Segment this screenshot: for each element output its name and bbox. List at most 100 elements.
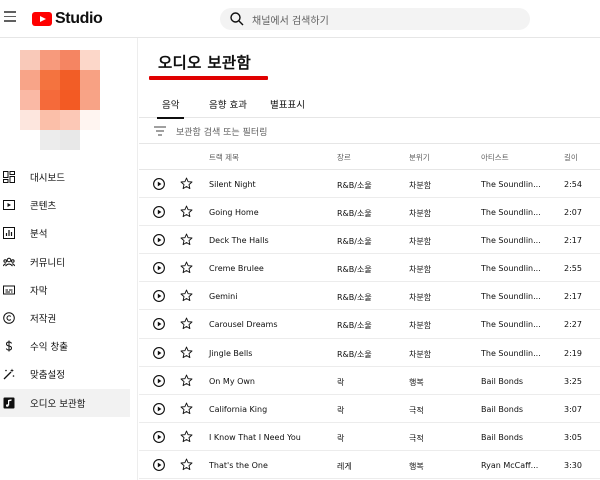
track-artist: Ryan McCaff... xyxy=(481,460,539,470)
sidebar-item-community[interactable]: 커뮤니티 xyxy=(0,248,130,276)
sidebar-item-analytics[interactable]: 분석 xyxy=(0,219,130,247)
track-artist: The Soundlin... xyxy=(481,180,541,189)
logo-text: Studio xyxy=(55,10,103,27)
dashboard-icon xyxy=(3,171,15,184)
menu-icon[interactable] xyxy=(4,11,16,23)
filter-icon xyxy=(154,126,166,136)
sidebar-item-monetization[interactable]: 수익 창출 xyxy=(0,332,130,360)
sidebar-item-audio-library[interactable]: 오디오 보관함 xyxy=(0,388,130,417)
track-artist: Bail Bonds xyxy=(481,404,524,414)
star-icon[interactable] xyxy=(180,374,193,387)
sidebar-item-label: 맞춤설정 xyxy=(30,370,65,382)
table-row[interactable]: Jingle Bells R&B/소울 차분함 The Soundlin... 2:19 xyxy=(139,339,600,367)
column-header-title[interactable]: 트랙 제목 xyxy=(209,152,239,163)
sidebar-item-subtitles[interactable]: 자막 xyxy=(0,276,130,304)
track-length: 3:25 xyxy=(564,376,582,386)
monetization-icon xyxy=(5,340,13,352)
play-icon[interactable] xyxy=(153,206,165,219)
table-row[interactable]: Carousel Dreams R&B/소울 차분함 The Soundlin... 2… xyxy=(139,310,600,339)
star-icon[interactable] xyxy=(180,346,193,359)
track-mood: 차분함 xyxy=(409,237,432,247)
track-artist: The Soundlin... xyxy=(481,208,541,218)
subtitles-icon xyxy=(3,285,15,295)
sidebar-item-content[interactable]: 콘텐츠 xyxy=(0,191,130,219)
table-row[interactable]: Gemini R&B/소울 차분함 The Soundlin... 2:17 xyxy=(139,282,600,311)
star-icon[interactable] xyxy=(180,289,193,302)
play-icon[interactable] xyxy=(153,458,165,471)
track-mood: 차분함 xyxy=(409,209,432,219)
track-genre: R&B/소울 xyxy=(337,209,372,219)
play-icon[interactable] xyxy=(153,290,165,303)
track-title: Jingle Bells xyxy=(209,348,253,358)
play-icon[interactable] xyxy=(153,234,165,247)
search-input[interactable]: 채널에서 검색하기 xyxy=(220,8,530,30)
sidebar-item-label: 분석 xyxy=(30,229,48,241)
track-title: Going Home xyxy=(209,208,259,218)
star-icon[interactable] xyxy=(180,177,193,190)
track-title: I Know That I Need You xyxy=(209,432,301,442)
table-row[interactable]: I Know That I Need You 락 극적 Bail Bonds 3:05 xyxy=(139,423,600,451)
track-list: Silent Night R&B/소울 차분함 The Soundlin... 2:54… xyxy=(139,170,600,480)
play-icon[interactable] xyxy=(153,318,165,331)
track-length: 2:17 xyxy=(564,236,582,246)
play-icon[interactable] xyxy=(153,346,165,359)
tab-bar: 음악 음향 효과 별표표시 xyxy=(139,90,600,119)
track-mood: 행복 xyxy=(409,461,424,471)
filter-bar[interactable]: 보관함 검색 또는 필터링 xyxy=(139,118,600,144)
play-icon[interactable] xyxy=(153,402,165,415)
analytics-icon xyxy=(3,227,15,240)
play-icon[interactable] xyxy=(153,374,165,387)
studio-logo[interactable]: Studio xyxy=(32,10,103,28)
track-length: 2:27 xyxy=(564,320,582,330)
star-icon[interactable] xyxy=(180,317,193,330)
star-icon[interactable] xyxy=(180,205,193,218)
page-title: 오디오 보관함 xyxy=(158,54,252,72)
track-title: On My Own xyxy=(209,376,255,386)
sidebar-item-label: 자막 xyxy=(30,285,48,297)
track-mood: 극적 xyxy=(409,433,424,443)
search-placeholder: 채널에서 검색하기 xyxy=(252,15,329,27)
table-header: 트랙 제목 장르 분위기 아티스트 길이 xyxy=(139,144,600,170)
track-genre: R&B/소울 xyxy=(337,321,372,331)
sidebar: 대시보드 콘텐츠 분석 커뮤니티 자막 저작권 수익 창출 맞춤설정 오디오 보… xyxy=(0,38,138,480)
tab-music[interactable]: 음악 xyxy=(156,97,186,119)
track-artist: The Soundlin... xyxy=(481,348,541,358)
track-genre: 락 xyxy=(337,433,345,443)
sidebar-item-customization[interactable]: 맞춤설정 xyxy=(0,360,130,388)
star-icon[interactable] xyxy=(180,402,193,415)
title-underline xyxy=(149,76,268,80)
table-row[interactable]: Deck The Halls R&B/소울 차분함 The Soundlin... 2:… xyxy=(139,226,600,255)
column-header-length[interactable]: 길이 xyxy=(564,152,578,163)
table-row[interactable]: Silent Night R&B/소울 차분함 The Soundlin... 2:54 xyxy=(139,170,600,199)
main-content: 오디오 보관함 음악 음향 효과 별표표시 보관함 검색 또는 필터링 트랙 제… xyxy=(139,38,600,480)
star-icon[interactable] xyxy=(180,458,193,471)
table-row[interactable]: On My Own 락 행복 Bail Bonds 3:25 xyxy=(139,367,600,395)
tab-sound-effects[interactable]: 음향 효과 xyxy=(209,97,247,111)
sidebar-item-label: 저작권 xyxy=(30,314,57,326)
table-row[interactable]: Going Home R&B/소울 차분함 The Soundlin... 2:07 xyxy=(139,198,600,227)
track-length: 3:07 xyxy=(564,404,582,414)
star-icon[interactable] xyxy=(180,233,193,246)
track-mood: 차분함 xyxy=(409,321,432,331)
star-icon[interactable] xyxy=(180,261,193,274)
column-header-genre[interactable]: 장르 xyxy=(337,152,351,163)
star-icon[interactable] xyxy=(180,430,193,443)
track-genre: R&B/소울 xyxy=(337,181,372,190)
top-bar: Studio 채널에서 검색하기 xyxy=(0,0,600,38)
sidebar-item-dashboard[interactable]: 대시보드 xyxy=(0,163,130,191)
track-title: Carousel Dreams xyxy=(209,320,278,330)
play-icon[interactable] xyxy=(153,430,165,443)
column-header-artist[interactable]: 아티스트 xyxy=(481,152,509,163)
play-icon[interactable] xyxy=(153,178,165,190)
sidebar-item-label: 대시보드 xyxy=(30,173,65,185)
play-icon[interactable] xyxy=(153,262,165,275)
table-row[interactable]: California King 락 극적 Bail Bonds 3:07 xyxy=(139,395,600,423)
sidebar-item-copyright[interactable]: 저작권 xyxy=(0,304,130,332)
community-icon xyxy=(3,257,15,267)
column-header-mood[interactable]: 분위기 xyxy=(409,152,430,163)
table-row[interactable]: That's the One 레게 행복 Ryan McCaff... 3:30 xyxy=(139,451,600,480)
tab-starred[interactable]: 별표표시 xyxy=(270,97,305,111)
track-genre: 락 xyxy=(337,405,345,415)
channel-avatar[interactable] xyxy=(20,50,100,150)
table-row[interactable]: Creme Brulee R&B/소울 차분함 The Soundlin... 2:55 xyxy=(139,254,600,283)
